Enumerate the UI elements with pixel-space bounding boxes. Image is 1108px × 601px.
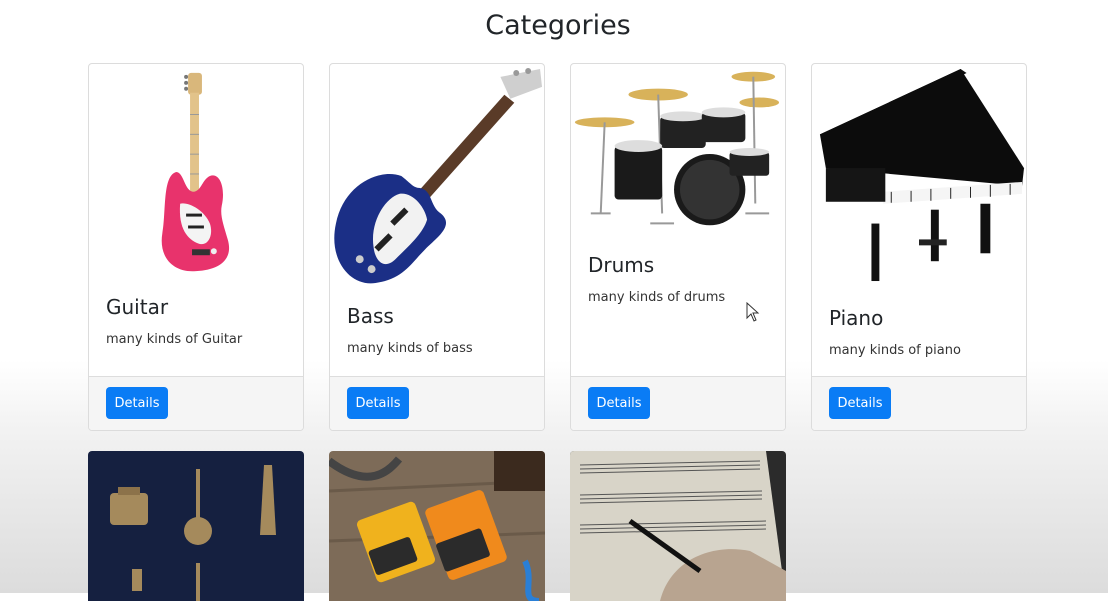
details-button-piano[interactable]: Details [829,387,891,419]
category-card-piano: Piano many kinds of piano Details [811,63,1027,431]
category-card-pedals [329,451,545,601]
category-card-bass: Bass many kinds of bass Details [329,63,545,431]
mouse-cursor-icon [746,302,760,322]
card-text: many kinds of bass [347,341,473,356]
details-button-bass[interactable]: Details [347,387,409,419]
guitar-pedals-image [329,451,545,601]
details-button-drums[interactable]: Details [588,387,650,419]
card-title: Bass [347,304,394,328]
card-title: Piano [829,306,884,330]
category-card-sheet-music [570,451,786,601]
card-title: Drums [588,253,655,277]
electric-guitar-image [161,72,230,272]
card-text: many kinds of drums [588,290,726,305]
card-footer: Details [89,376,303,430]
card-title: Guitar [106,295,169,319]
bass-guitar-image [334,68,543,284]
grand-piano-image [819,69,1025,282]
card-text: many kinds of Guitar [106,332,243,347]
category-card-pendants [88,451,304,601]
card-footer: Details [571,376,785,430]
details-button-guitar[interactable]: Details [106,387,168,419]
page-title: Categories [485,10,631,41]
card-footer: Details [330,376,544,430]
instrument-pendants-image [88,451,304,601]
sheet-music-image [570,451,786,601]
category-card-drums: Drums many kinds of drums Details [570,63,786,431]
card-footer: Details [812,376,1026,430]
card-text: many kinds of piano [829,343,961,358]
drum-kit-image [574,71,780,226]
category-card-guitar: Guitar many kinds of Guitar Details [88,63,304,431]
